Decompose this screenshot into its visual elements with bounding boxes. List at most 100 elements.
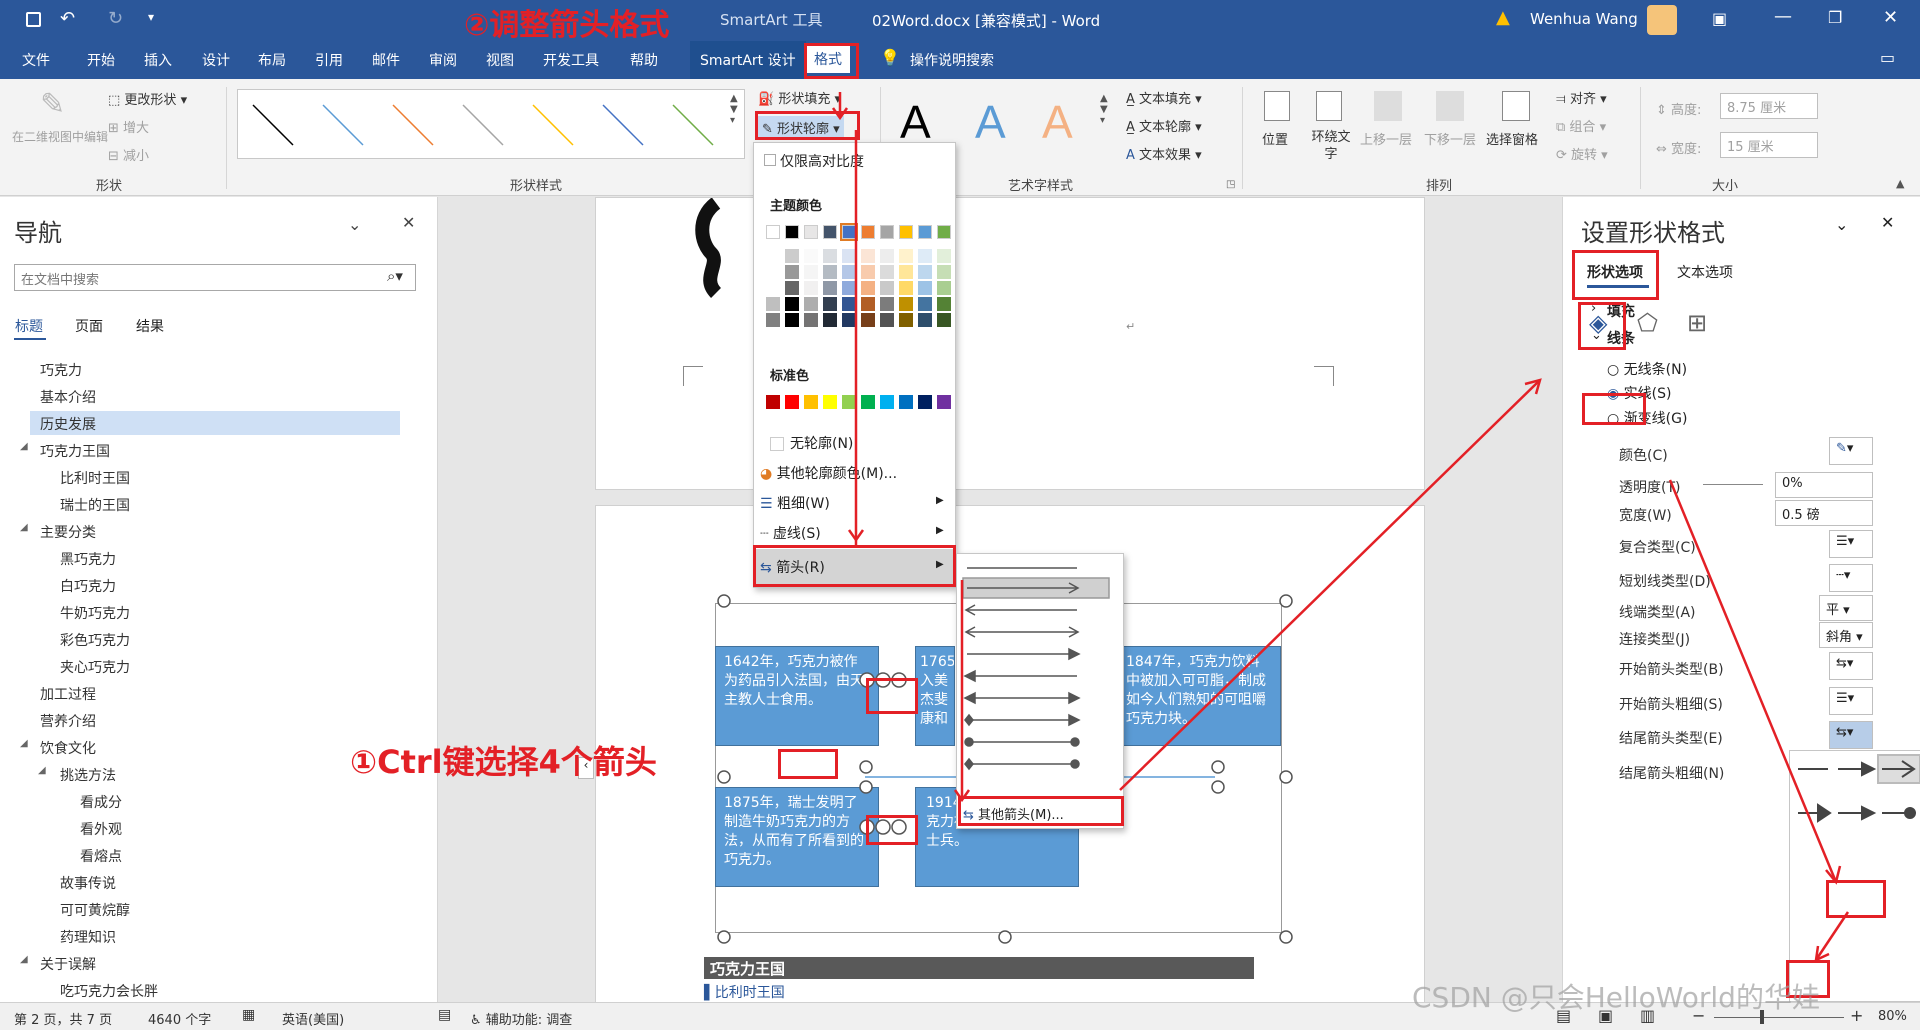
dialog-launcher-icon[interactable]: ◳ — [1226, 179, 1235, 190]
nav-heading-item[interactable]: 瑞士的王国 — [60, 495, 130, 515]
theme-color-shade[interactable] — [785, 249, 799, 263]
transparency-slider[interactable] — [1703, 484, 1763, 485]
theme-color-swatch[interactable] — [918, 225, 932, 239]
avatar[interactable] — [1647, 5, 1677, 35]
weight-item[interactable]: ☰ 粗细(W) — [760, 493, 830, 513]
theme-color-shade[interactable] — [918, 265, 932, 279]
proofing-icon[interactable]: ▦ — [242, 1007, 255, 1023]
nav-heading-item[interactable]: 牛奶巧克力 — [60, 603, 130, 623]
theme-color-shade[interactable] — [861, 313, 875, 327]
theme-color-shade[interactable] — [842, 297, 856, 311]
tab-2[interactable]: 插入 — [144, 50, 172, 70]
tab-4[interactable]: 布局 — [258, 50, 286, 70]
theme-color-shade[interactable] — [880, 249, 894, 263]
send-backward-button[interactable]: 下移一层 — [1424, 129, 1476, 148]
high-contrast-checkbox[interactable]: 仅限高对比度 — [764, 151, 864, 171]
shape-fill-button[interactable]: ⛽ 形状填充 ▾ — [758, 88, 841, 107]
text-fill-button[interactable]: A̲ 文本填充 ▾ — [1126, 88, 1202, 107]
join-type-dropdown[interactable]: 斜角 ▾ — [1819, 622, 1873, 648]
theme-color-shade[interactable] — [823, 313, 837, 327]
theme-color-shade[interactable] — [918, 281, 932, 295]
nav-heading-item[interactable]: 关于误解 — [40, 954, 96, 974]
ribbon-display-icon[interactable]: ▣ — [1712, 9, 1727, 28]
nav-tab-headings[interactable]: 标题 — [15, 316, 43, 336]
nav-heading-item[interactable]: 加工过程 — [40, 684, 96, 704]
page-count[interactable]: 第 2 页，共 7 页 — [14, 1009, 112, 1028]
collapse-ribbon-icon[interactable]: ▲ — [1896, 177, 1904, 190]
theme-color-shade[interactable] — [937, 265, 951, 279]
tab-8[interactable]: 视图 — [486, 50, 514, 70]
nav-heading-item[interactable]: 吃巧克力会长胖 — [60, 981, 158, 1001]
cap-type-dropdown[interactable]: 平 ▾ — [1819, 595, 1873, 621]
standard-color-swatch[interactable] — [918, 395, 932, 409]
nav-heading-item[interactable]: 可可黄烷醇 — [60, 900, 130, 920]
tab-6[interactable]: 邮件 — [372, 50, 400, 70]
zoom-level[interactable]: 80% — [1878, 1009, 1907, 1024]
theme-color-shade[interactable] — [804, 297, 818, 311]
theme-color-shade[interactable] — [918, 297, 932, 311]
theme-color-shade[interactable] — [861, 297, 875, 311]
theme-color-shade[interactable] — [899, 313, 913, 327]
theme-color-shade[interactable] — [880, 281, 894, 295]
selection-pane-button[interactable]: 选择窗格 — [1486, 129, 1538, 148]
wordart-more-icon[interactable]: ▲ ▼ ▾ — [1100, 93, 1108, 126]
theme-color-shade[interactable] — [823, 297, 837, 311]
bring-forward-button[interactable]: 上移一层 — [1360, 129, 1412, 148]
nav-search-input[interactable]: 在文档中搜索 — [21, 269, 99, 288]
theme-color-shade[interactable] — [899, 281, 913, 295]
nav-heading-item[interactable]: 主要分类 — [40, 522, 96, 542]
theme-color-shade[interactable] — [899, 265, 913, 279]
nav-heading-item[interactable]: 药理知识 — [60, 927, 116, 947]
nav-tab-results[interactable]: 结果 — [136, 316, 164, 336]
nav-heading-item[interactable]: 夹心巧克力 — [60, 657, 130, 677]
undo-icon[interactable]: ↶ — [60, 8, 75, 29]
compound-type-dropdown[interactable]: ☰▾ — [1829, 530, 1873, 558]
height-input[interactable]: 8.75 厘米 — [1720, 93, 1818, 119]
end-arrow-type-dropdown[interactable]: ⇆▾ — [1829, 721, 1873, 749]
save-icon[interactable] — [26, 12, 41, 27]
search-icon[interactable]: ⌕▾ — [387, 267, 403, 285]
theme-color-shade[interactable] — [880, 297, 894, 311]
group-button[interactable]: ⧉ 组合 ▾ — [1556, 116, 1606, 135]
theme-color-shade[interactable] — [937, 297, 951, 311]
dashes-item[interactable]: ┄ 虚线(S) — [760, 523, 821, 543]
theme-color-swatch[interactable] — [804, 225, 818, 239]
accessibility-status[interactable]: ♿ 辅助功能: 调查 — [470, 1009, 572, 1028]
tab-0[interactable]: 文件 — [22, 50, 50, 70]
language[interactable]: 英语(美国) — [282, 1009, 344, 1028]
theme-color-shade[interactable] — [861, 265, 875, 279]
text-outline-button[interactable]: A̲ 文本轮廓 ▾ — [1126, 116, 1202, 135]
line-style-swatches[interactable] — [238, 90, 746, 160]
theme-color-swatch[interactable] — [880, 225, 894, 239]
width-input[interactable]: 15 厘米 — [1720, 132, 1818, 158]
nav-heading-item[interactable]: 看成分 — [80, 792, 122, 812]
tab-5[interactable]: 引用 — [315, 50, 343, 70]
minimize-icon[interactable]: — — [1774, 6, 1792, 27]
nav-heading-item[interactable]: 巧克力 — [40, 360, 82, 380]
wordart-style-1[interactable]: A — [900, 95, 931, 149]
theme-color-shade[interactable] — [804, 281, 818, 295]
theme-color-shade[interactable] — [766, 281, 780, 295]
redo-icon[interactable]: ↻ — [108, 8, 123, 29]
close-icon[interactable]: ✕ — [1883, 7, 1898, 28]
theme-color-swatch[interactable] — [861, 225, 875, 239]
collapse-triangle-icon[interactable]: ◢ — [20, 522, 28, 533]
comments-icon[interactable]: ▭ — [1880, 48, 1895, 67]
collapse-triangle-icon[interactable]: ◢ — [20, 441, 28, 452]
nav-heading-item[interactable]: 看熔点 — [80, 846, 122, 866]
standard-color-swatch[interactable] — [880, 395, 894, 409]
nav-heading-item[interactable]: 营养介绍 — [40, 711, 96, 731]
tab-text-options[interactable]: 文本选项 — [1677, 262, 1733, 282]
theme-color-shade[interactable] — [766, 297, 780, 311]
theme-color-shade[interactable] — [880, 313, 894, 327]
gallery-more-icon[interactable]: ▲ ▼ ▾ — [730, 93, 738, 126]
align-button[interactable]: ⫤ 对齐 ▾ — [1556, 88, 1607, 107]
pane-close-icon[interactable]: ✕ — [1881, 213, 1894, 232]
nav-heading-item[interactable]: 历史发展 — [40, 414, 96, 434]
word-count[interactable]: 4640 个字 — [148, 1009, 211, 1028]
no-outline-item[interactable]: 无轮廓(N) — [770, 433, 853, 453]
collapse-triangle-icon[interactable]: ◢ — [20, 738, 28, 749]
theme-color-shade[interactable] — [842, 281, 856, 295]
shape-style-gallery[interactable] — [237, 89, 745, 159]
theme-color-shade[interactable] — [899, 249, 913, 263]
